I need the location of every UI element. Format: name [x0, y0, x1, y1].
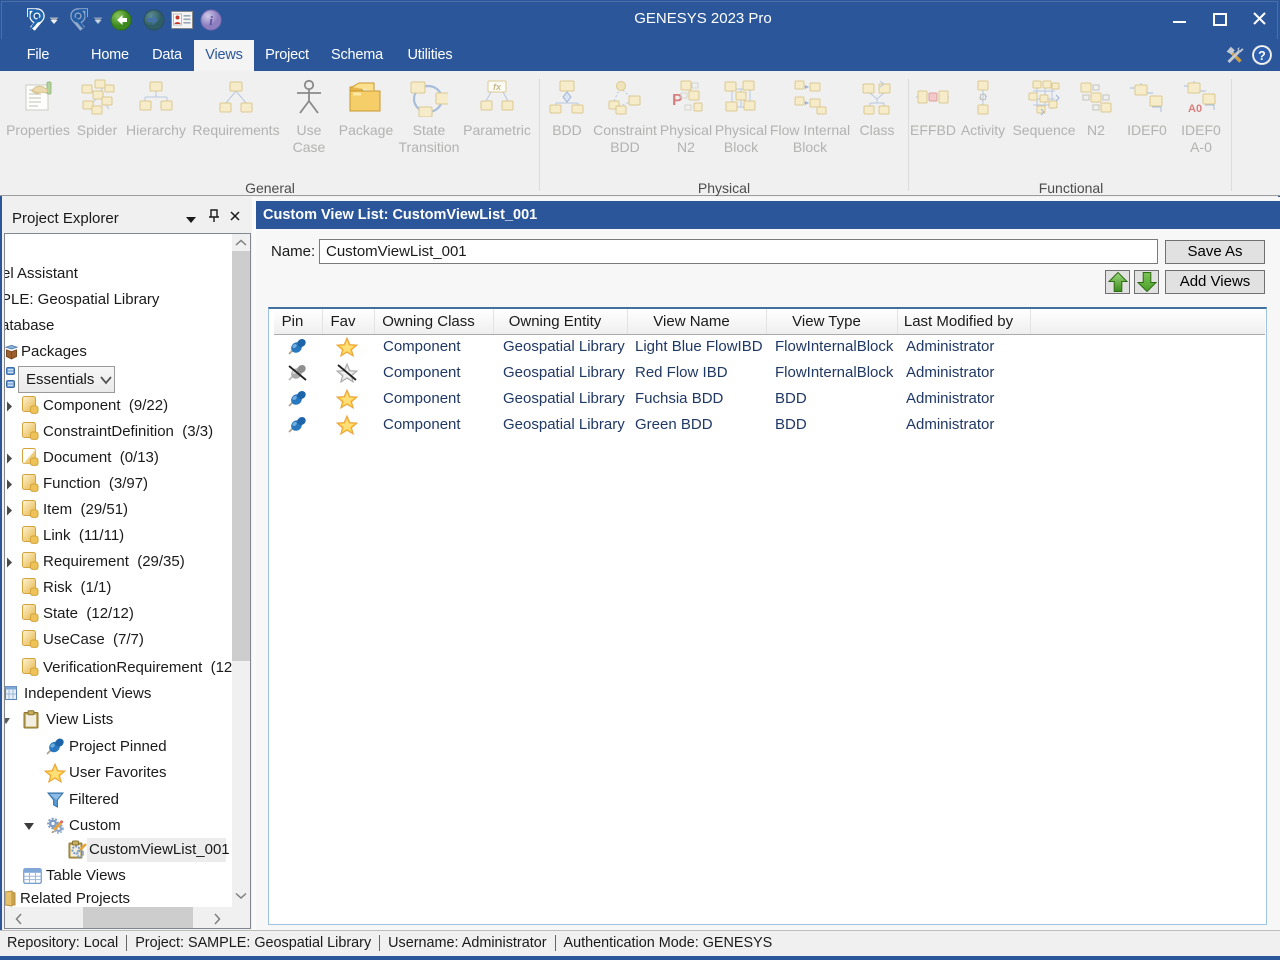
- svg-text:?: ?: [1258, 49, 1266, 63]
- svg-text:i: i: [209, 13, 213, 28]
- svg-text:fx: fx: [493, 82, 502, 92]
- svg-text:A0: A0: [1188, 103, 1202, 115]
